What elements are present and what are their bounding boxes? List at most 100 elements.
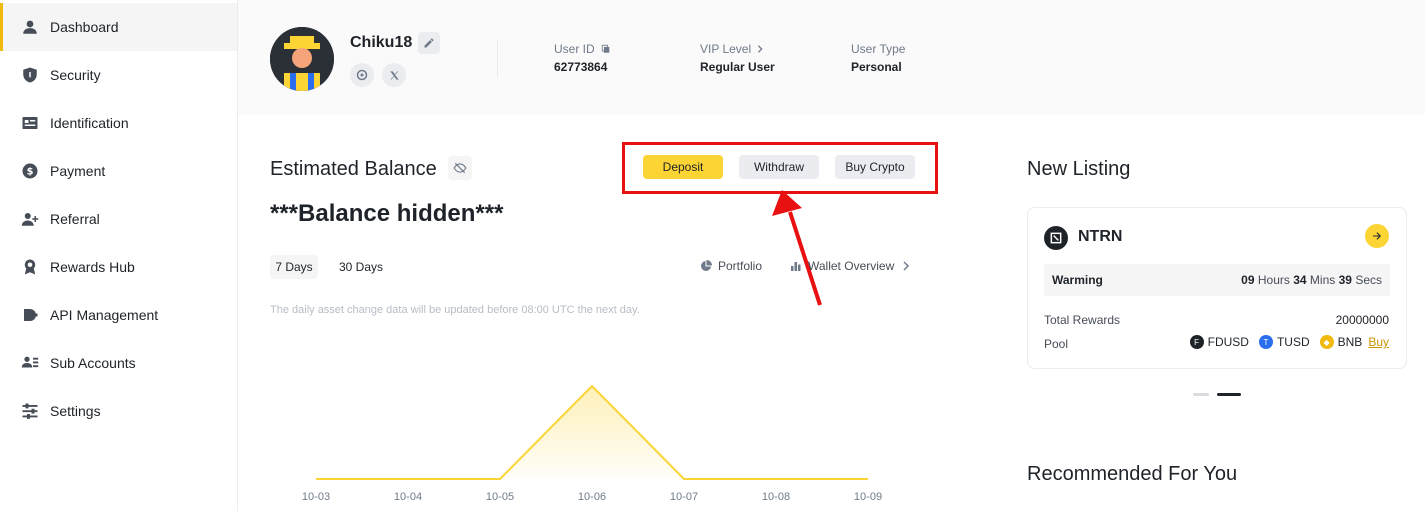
- id-card-icon: [20, 113, 40, 133]
- ntrn-logo-icon: [1044, 226, 1068, 250]
- eye-off-icon: [453, 162, 467, 174]
- fdusd-logo-icon: F: [1189, 335, 1204, 349]
- app-root: Dashboard Security Identification $ Paym…: [0, 0, 1425, 511]
- wallet-overview-link[interactable]: Wallet Overview: [790, 259, 912, 273]
- warming-countdown-bar: Warming 09 Hours 34 Mins 39 Secs: [1044, 264, 1390, 296]
- x-tick-label: 10-04: [394, 491, 422, 503]
- tusd-logo-icon: T: [1258, 335, 1273, 349]
- shield-icon: [20, 65, 40, 85]
- carousel-dot-2[interactable]: [1217, 393, 1241, 396]
- sidebar-item-rewards-hub[interactable]: Rewards Hub: [0, 243, 237, 291]
- x-tick-label: 10-06: [578, 491, 606, 503]
- sidebar-item-settings[interactable]: Settings: [0, 387, 237, 435]
- bnb-logo-icon: ◆: [1319, 335, 1334, 349]
- x-logo-icon: [389, 70, 399, 80]
- pool-label: Pool: [1044, 337, 1069, 351]
- user-type-label: User Type: [851, 42, 906, 56]
- sidebar-item-api-management[interactable]: API Management: [0, 291, 237, 339]
- annotation-highlight-box: [622, 142, 938, 194]
- chevron-right-icon: [903, 261, 910, 271]
- x-tick-label: 10-07: [670, 491, 698, 503]
- sidebar-item-sub-accounts[interactable]: Sub Accounts: [0, 339, 237, 387]
- balance-chart: 10-03 10-04 10-05 10-06 10-07 10-08 10-09: [302, 384, 882, 503]
- sidebar-item-label: Identification: [50, 115, 129, 131]
- vip-level-link[interactable]: VIP Level: [700, 42, 765, 56]
- sidebar-item-label: Dashboard: [50, 19, 119, 35]
- verified-badge-button[interactable]: [350, 63, 374, 87]
- portfolio-link[interactable]: Portfolio: [700, 259, 762, 273]
- sidebar-item-label: Settings: [50, 403, 101, 419]
- countdown-hours-unit: Hours: [1257, 273, 1290, 287]
- new-listing-title: New Listing: [1027, 158, 1131, 180]
- sidebar-item-identification[interactable]: Identification: [0, 99, 237, 147]
- recommended-title: Recommended For You: [1027, 463, 1238, 485]
- countdown-hours: 09: [1241, 273, 1255, 287]
- countdown-timer: 09 Hours 34 Mins 39 Secs: [1241, 273, 1382, 287]
- sidebar-item-label: Sub Accounts: [50, 355, 136, 371]
- countdown-secs: 39: [1338, 273, 1352, 287]
- countdown-mins: 34: [1293, 273, 1307, 287]
- hide-balance-toggle[interactable]: [448, 156, 472, 180]
- badge-icon: [356, 69, 368, 81]
- chart-area-fill: [316, 386, 868, 479]
- copy-icon[interactable]: [601, 44, 611, 54]
- arrow-right-icon: [1373, 232, 1381, 240]
- x-social-button[interactable]: [382, 63, 406, 87]
- pool-coin-name: FDUSD: [1207, 335, 1249, 349]
- chevron-right-icon: [758, 45, 763, 53]
- tab-30-days[interactable]: 30 Days: [334, 255, 388, 279]
- sub-accounts-icon: [20, 353, 40, 373]
- pool-coin-tusd: T TUSD: [1258, 335, 1310, 349]
- carousel-dot-1[interactable]: [1193, 393, 1209, 396]
- x-tick-label: 10-08: [762, 491, 790, 503]
- svg-text:$: $: [27, 166, 34, 177]
- x-tick-label: 10-05: [486, 491, 514, 503]
- total-rewards-label: Total Rewards: [1044, 313, 1121, 327]
- x-tick-label: 10-09: [854, 491, 882, 503]
- sidebar-item-referral[interactable]: Referral: [0, 195, 237, 243]
- profile-header: Chiku18 User ID 62773864 VIP Level Regul…: [238, 0, 1425, 115]
- tab-7-days[interactable]: 7 Days: [270, 255, 318, 279]
- pool-coin-bnb: ◆ BNB: [1319, 335, 1363, 349]
- medal-icon: [20, 257, 40, 277]
- user-id-label-text: User ID: [554, 42, 595, 56]
- estimated-balance-title: Estimated Balance: [270, 158, 437, 180]
- sidebar-item-security[interactable]: Security: [0, 51, 237, 99]
- x-tick-label: 10-03: [302, 491, 330, 503]
- user-icon: [20, 17, 40, 37]
- user-id-label: User ID: [554, 42, 611, 56]
- coin-name: NTRN: [1078, 228, 1123, 245]
- api-icon: [20, 305, 40, 325]
- edit-nickname-button[interactable]: [418, 32, 440, 54]
- avatar[interactable]: [270, 27, 334, 91]
- sidebar-item-label: Rewards Hub: [50, 259, 135, 275]
- pool-coin-fdusd: F FDUSD: [1189, 335, 1249, 349]
- sidebar-item-dashboard[interactable]: Dashboard: [0, 3, 237, 51]
- balance-value: ***Balance hidden***: [270, 200, 504, 227]
- pie-chart-icon: [701, 260, 712, 271]
- pool-coin-name: TUSD: [1276, 335, 1310, 349]
- sidebar-item-label: Security: [50, 67, 101, 83]
- sidebar: Dashboard Security Identification $ Paym…: [0, 0, 238, 511]
- wallet-overview-label: Wallet Overview: [808, 259, 895, 273]
- countdown-mins-unit: Mins: [1309, 273, 1336, 287]
- asset-update-note: The daily asset change data will be upda…: [270, 304, 640, 316]
- vip-level-value: Regular User: [700, 60, 775, 74]
- buy-link[interactable]: Buy: [1368, 335, 1389, 349]
- sidebar-item-payment[interactable]: $ Payment: [0, 147, 237, 195]
- new-listing-card[interactable]: NTRN Warming 09 Hours 34 Mins 39 Secs To…: [1027, 207, 1407, 369]
- total-rewards-value: 20000000: [1335, 313, 1389, 327]
- pool-coins: F FDUSD T TUSD ◆ BNB Buy: [1180, 335, 1389, 349]
- add-user-icon: [20, 209, 40, 229]
- sidebar-item-label: API Management: [50, 307, 159, 323]
- bar-chart-icon: [791, 262, 801, 271]
- header-divider: [497, 40, 498, 78]
- user-type-value: Personal: [851, 60, 902, 74]
- countdown-secs-unit: Secs: [1355, 273, 1382, 287]
- user-id-value: 62773864: [554, 60, 608, 74]
- username: Chiku18: [350, 34, 413, 51]
- dollar-icon: $: [20, 161, 40, 181]
- sidebar-item-label: Referral: [50, 211, 100, 227]
- pool-coin-name: BNB: [1337, 335, 1363, 349]
- open-listing-button[interactable]: [1365, 224, 1389, 248]
